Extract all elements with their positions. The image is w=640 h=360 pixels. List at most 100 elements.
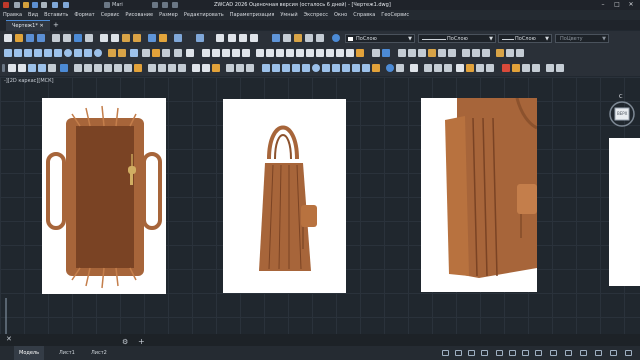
ray-icon[interactable] (14, 49, 22, 57)
named-views-icon[interactable] (556, 64, 564, 72)
spline-icon[interactable] (84, 49, 92, 57)
settings-icon[interactable] (172, 2, 178, 8)
copy-icon[interactable] (111, 34, 119, 42)
erase-icon[interactable] (202, 49, 210, 57)
layer-properties-icon[interactable] (372, 49, 380, 57)
tool-palettes-icon[interactable] (294, 34, 302, 42)
layer-match-icon[interactable] (448, 49, 456, 57)
copy-object-icon[interactable] (212, 49, 220, 57)
new-icon[interactable] (14, 2, 20, 8)
layer-thaw-icon[interactable] (516, 49, 524, 57)
viewcube-north-label[interactable]: С (619, 94, 623, 100)
ucs-z-icon[interactable] (486, 64, 494, 72)
properties-icon[interactable] (272, 34, 280, 42)
block-icon[interactable] (148, 34, 156, 42)
print-icon[interactable] (41, 2, 47, 8)
markup-icon[interactable] (316, 34, 324, 42)
zoom-previous-icon[interactable] (250, 34, 258, 42)
snap-endpoint-icon[interactable] (262, 64, 270, 72)
menu-window[interactable]: Окно (334, 10, 347, 20)
bag-side-image[interactable] (223, 99, 346, 293)
match-properties-icon[interactable] (133, 34, 141, 42)
zoom-realtime-icon[interactable] (228, 34, 236, 42)
mirror-icon[interactable] (222, 49, 230, 57)
menu-help[interactable]: Справка (353, 10, 375, 20)
distance-icon[interactable] (28, 64, 36, 72)
trim-icon[interactable] (296, 49, 304, 57)
layout-settings-icon[interactable]: ⚙ (122, 338, 128, 346)
scale-icon[interactable] (276, 49, 284, 57)
rotate-icon[interactable] (266, 49, 274, 57)
ucs-y-icon[interactable] (476, 64, 484, 72)
snap-none-icon[interactable] (396, 64, 404, 72)
snap-parallel-icon[interactable] (352, 64, 360, 72)
dim-radius-icon[interactable] (114, 64, 122, 72)
stretch-icon[interactable] (286, 49, 294, 57)
layer-icon[interactable] (162, 2, 168, 8)
circle-icon[interactable] (64, 49, 72, 57)
close-tab-icon[interactable]: ✕ (39, 23, 43, 29)
new-file-icon[interactable] (4, 34, 12, 42)
menu-edit[interactable]: Правка (3, 10, 22, 20)
ucs-origin-icon[interactable] (444, 64, 452, 72)
point-icon[interactable] (130, 49, 138, 57)
workspace-icon[interactable] (104, 2, 110, 8)
isolate-objects-icon[interactable] (595, 350, 602, 356)
dim-text-edit-icon[interactable] (226, 64, 234, 72)
dim-quick-icon[interactable] (148, 64, 156, 72)
snap-toggle-icon[interactable] (455, 350, 462, 356)
customize-menu-icon[interactable] (625, 350, 632, 356)
dim-edit-icon[interactable] (212, 64, 220, 72)
layer-state-icon[interactable] (382, 49, 390, 57)
id-point-icon[interactable] (60, 64, 68, 72)
undo-icon[interactable] (52, 2, 58, 8)
layer-delete-icon[interactable] (482, 49, 490, 57)
lineweight-combo[interactable]: ПоСлою ▼ (498, 34, 552, 43)
layer-lock-icon[interactable] (428, 49, 436, 57)
ucs-3point-icon[interactable] (456, 64, 464, 72)
snap-perpendicular-icon[interactable] (342, 64, 350, 72)
menu-draw[interactable]: Рисование (125, 10, 153, 20)
layer-off-icon[interactable] (438, 49, 446, 57)
undo-tool-icon[interactable] (174, 34, 182, 42)
hatch-icon[interactable] (142, 49, 150, 57)
polyline-icon[interactable] (24, 49, 32, 57)
brush-icon[interactable] (159, 34, 167, 42)
menu-modify[interactable]: Редактировать (184, 10, 224, 20)
mtext-icon[interactable] (186, 49, 194, 57)
save-all-icon[interactable] (37, 34, 45, 42)
open-icon[interactable] (23, 2, 29, 8)
document-tab[interactable]: Чертеж1* ✕ (6, 20, 50, 31)
dim-linear-icon[interactable] (74, 64, 82, 72)
select-icon[interactable] (8, 64, 16, 72)
calculator-icon[interactable] (305, 34, 313, 42)
snap-quadrant-icon[interactable] (322, 64, 330, 72)
save-file-icon[interactable] (26, 34, 34, 42)
menu-express[interactable]: Экспресс (304, 10, 328, 20)
open-file-icon[interactable] (15, 34, 23, 42)
dim-ordinate-icon[interactable] (104, 64, 112, 72)
navigation-bar[interactable] (609, 138, 640, 286)
tab-sheet2[interactable]: Лист2 (86, 346, 112, 360)
dim-baseline-icon[interactable] (158, 64, 166, 72)
viewport-label[interactable]: -][2D каркас][МСК] (4, 78, 54, 84)
redo-icon[interactable] (63, 2, 69, 8)
pan-icon[interactable] (216, 34, 224, 42)
tab-sheet1[interactable]: Лист1 (54, 346, 80, 360)
menu-dimension[interactable]: Размер (159, 10, 178, 20)
leader-icon[interactable] (178, 64, 186, 72)
file-dropdown-icon[interactable] (152, 2, 158, 8)
layer-previous-icon[interactable] (398, 49, 406, 57)
layer-isolate-icon[interactable] (408, 49, 416, 57)
otrack-toggle-icon[interactable] (509, 350, 516, 356)
selection-cycling-icon[interactable] (550, 350, 557, 356)
lights-icon[interactable] (522, 64, 530, 72)
insert-block-icon[interactable] (108, 49, 116, 57)
snap-settings-icon[interactable] (410, 64, 418, 72)
design-center-icon[interactable] (283, 34, 291, 42)
tolerance-icon[interactable] (192, 64, 200, 72)
materials-icon[interactable] (512, 64, 520, 72)
gradient-icon[interactable] (152, 49, 160, 57)
command-close-icon[interactable]: ✕ (6, 335, 12, 343)
layer-walk-icon[interactable] (462, 49, 470, 57)
